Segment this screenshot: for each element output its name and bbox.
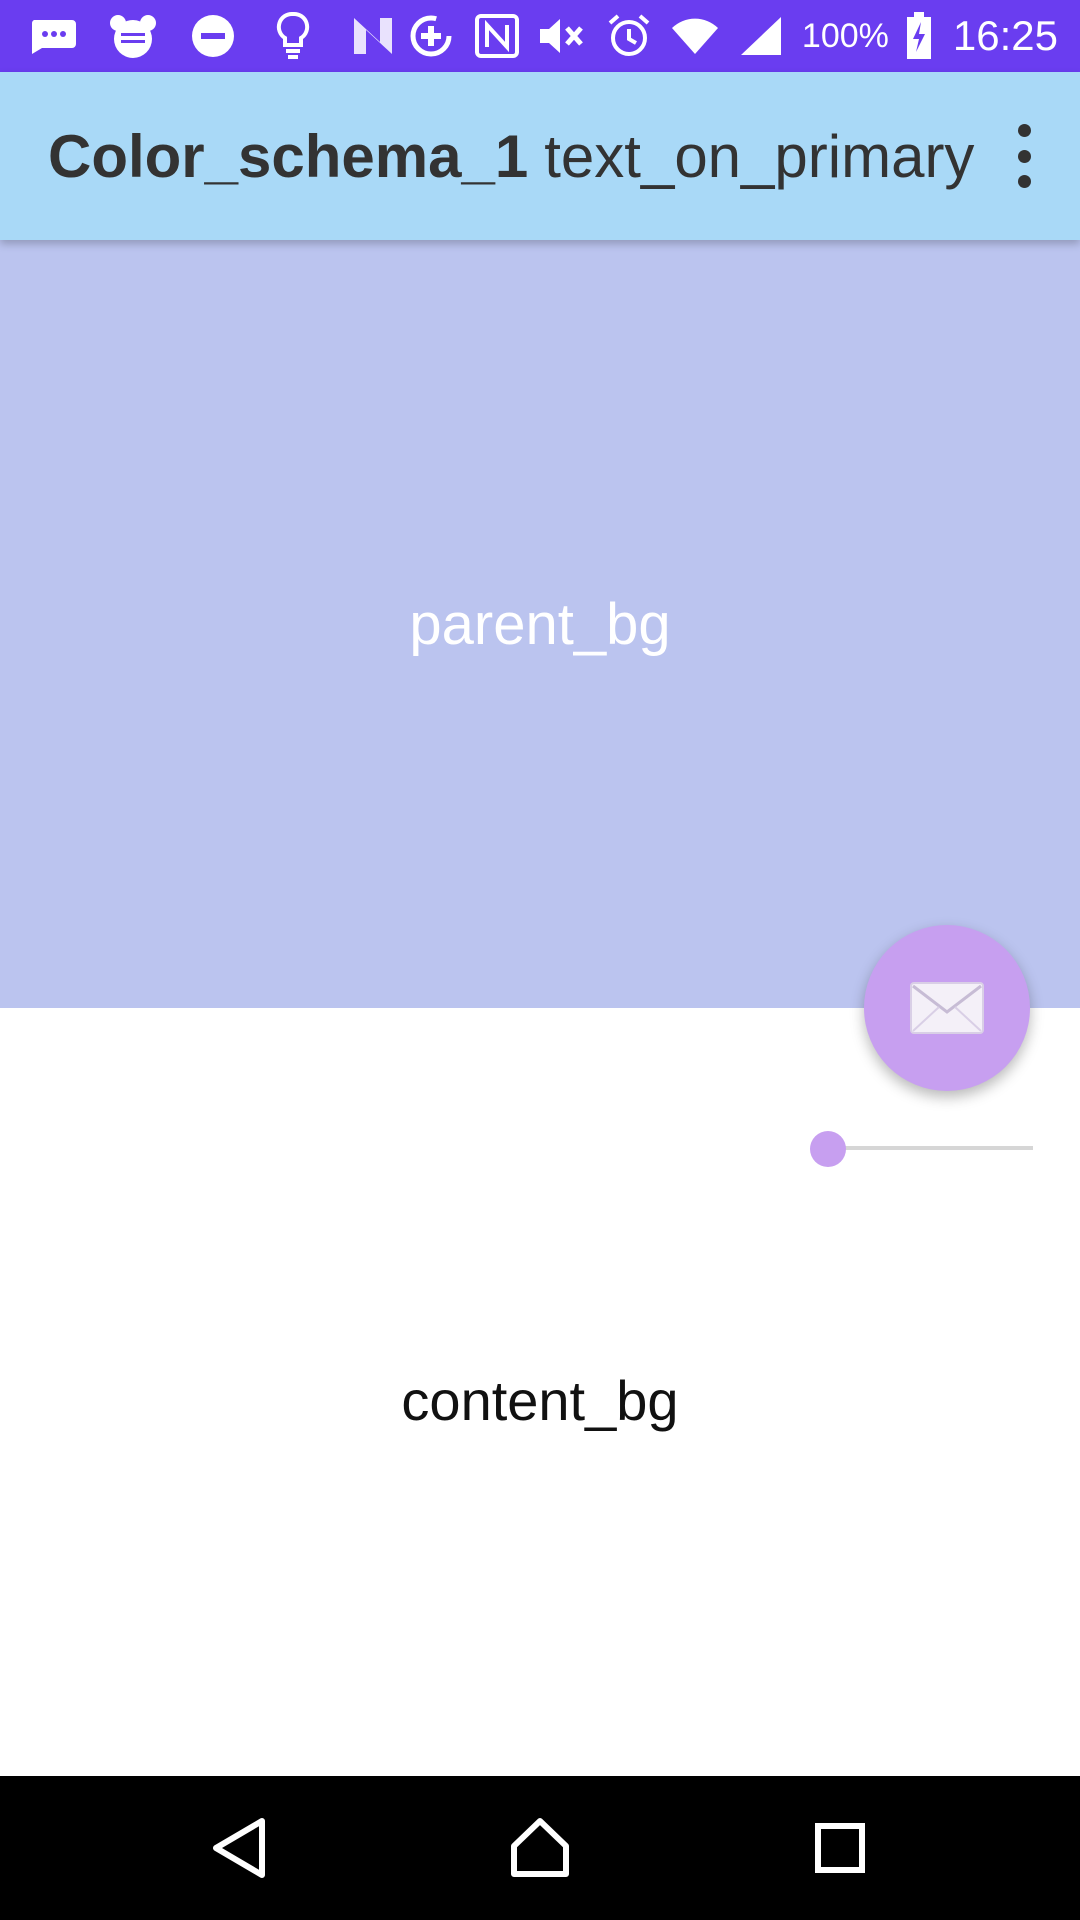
parent-bg-area: parent_bg (0, 240, 1080, 1008)
home-button[interactable] (490, 1798, 590, 1898)
seek-bar[interactable] (808, 1128, 1033, 1168)
recents-icon (815, 1823, 865, 1873)
signal-icon (736, 11, 786, 61)
app-title: Color_schema_1 text_on_primary (48, 72, 974, 240)
do-not-disturb-icon (188, 11, 238, 61)
app-title-rest: text_on_primary (544, 122, 975, 190)
nfc-icon (472, 11, 522, 61)
recents-button[interactable] (790, 1798, 890, 1898)
data-saver-icon (406, 11, 456, 61)
status-right-icons: 100% 16:25 (406, 0, 1058, 72)
back-button[interactable] (190, 1798, 290, 1898)
seek-bar-track[interactable] (828, 1146, 1033, 1150)
app-title-bold: Color_schema_1 (48, 122, 529, 190)
status-left-icons (28, 0, 398, 72)
status-time: 16:25 (952, 12, 1058, 59)
app-bar: Color_schema_1 text_on_primary (0, 72, 1080, 240)
more-vert-icon[interactable] (1004, 124, 1044, 188)
battery-charging-icon (905, 11, 933, 61)
n-icon (348, 11, 398, 61)
parent-bg-label: parent_bg (409, 591, 671, 657)
mail-fab-button[interactable] (864, 925, 1030, 1091)
seek-bar-thumb[interactable] (810, 1131, 846, 1167)
osaifu-keitai-icon (108, 11, 158, 61)
navigation-bar (0, 1776, 1080, 1920)
status-bar: 100% 16:25 (0, 0, 1080, 72)
message-icon (28, 11, 78, 61)
content-bg-area: content_bg (0, 1008, 1080, 1776)
content-bg-label: content_bg (401, 1369, 679, 1432)
lightbulb-icon (268, 11, 318, 61)
back-icon (213, 1818, 265, 1878)
home-icon (511, 1818, 569, 1877)
wifi-icon (670, 11, 720, 61)
mute-icon (538, 11, 588, 61)
mail-icon (910, 982, 984, 1034)
alarm-icon (604, 11, 654, 61)
battery-percent: 100% (801, 16, 889, 55)
